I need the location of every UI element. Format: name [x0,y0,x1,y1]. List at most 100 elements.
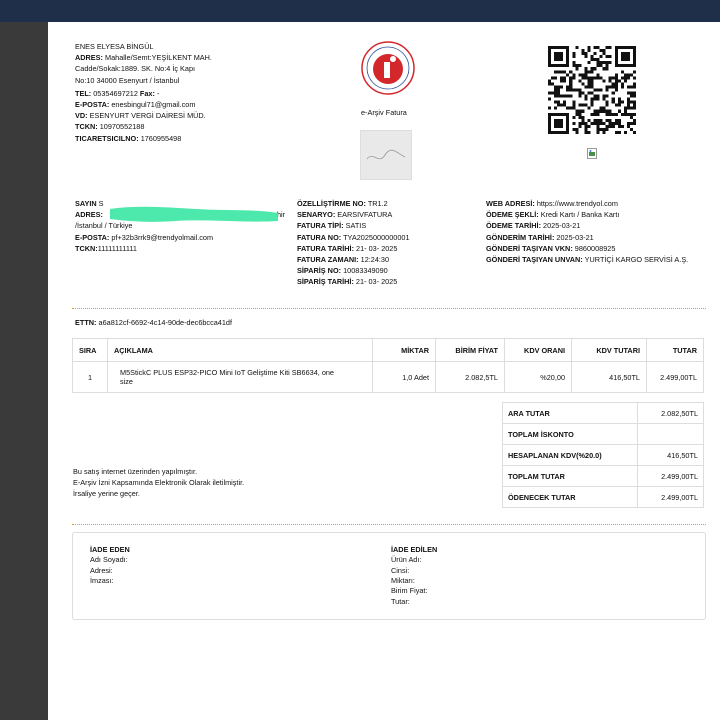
payment-shipping-details: WEB ADRESİ: https://www.trendyol.com ÖDEM… [486,198,688,265]
col-miktar: MİKTAR [372,338,436,362]
shipping-detail-value: Kredi Kartı / Banka Kartı [540,210,620,220]
col-tutar: TUTAR [646,338,704,362]
ettn-label: ETTN: [75,318,97,327]
note-line: İrsaliye yerine geçer. [73,489,140,499]
totals-row: ARA TUTAR 2.082,50TL [502,402,704,424]
seller-fax-label: Fax: [139,88,155,98]
shipping-detail-value: YURTİÇİ KARGO SERVİSİ A.Ş. [584,255,689,265]
total-label: ARA TUTAR [502,402,638,424]
totals-row: TOPLAM İSKONTO [502,423,704,445]
totals-row: ÖDENECEK TUTAR 2.499,00TL [502,486,704,508]
return-item-title: İADE EDİLEN [391,545,438,554]
col-birim-fiyat: BİRİM FİYAT [435,338,505,362]
invoice-detail-value: TYA2025000000001 [343,232,410,242]
buyer-name: S [98,199,104,208]
seller-fax: - [156,88,160,98]
col-kdv-orani: KDV ORANI [504,338,572,362]
invoice-detail-value: SATIS [345,221,367,231]
shipping-detail-row: ÖDEME TARİHİ: 2025-03-21 [486,220,688,231]
seller-info: ENES ELYESA BİNGÜL ADRES: Mahalle/Semt:Y… [75,41,212,144]
invoice-detail-row: FATURA NO: TYA2025000000001 [297,232,410,243]
col-aciklama: AÇIKLAMA [107,338,373,362]
separator-top [72,308,706,309]
return-item-field: Tutar: [391,596,410,606]
shipping-detail-value: 9860008925 [574,243,616,253]
shipping-detail-value: 2025-03-21 [543,221,581,231]
return-item-field: Miktarı: [391,576,415,586]
seller-email-label: E-POSTA: [75,100,110,110]
cell-tutar: 2.499,00TL [646,361,704,393]
cell-aciklama-line-2: size [120,377,133,386]
note-line: Bu satış internet üzerinden yapılmıştır. [73,467,198,476]
items-table-header: SIRA AÇIKLAMA MİKTAR BİRİM FİYAT KDV ORA… [72,338,704,362]
qr-code [548,46,636,134]
invoice-detail-label: SİPARİŞ TARİHİ: [297,277,354,287]
seller-tckn-label: TCKN: [75,122,98,132]
buyer-address-label: ADRES: [75,210,103,220]
return-section: İADE EDEN Adı Soyadı: Adresi: İmzası: İA… [72,532,706,620]
invoice-detail-row: ÖZELLİŞTİRME NO: TR1.2 [297,198,410,209]
invoice-detail-label: ÖZELLİŞTİRME NO: [297,199,366,208]
seller-address-line-1: Mahalle/Semt:YEŞİLKENT MAH. [105,53,212,63]
totals-row: TOPLAM TUTAR 2.499,00TL [502,465,704,487]
shipping-detail-row: GÖNDERİM TARİHİ: 2025-03-21 [486,232,688,243]
invoice-detail-row: SİPARİŞ NO: 10083349090 [297,265,410,276]
cell-miktar: 1,0 Adet [372,361,436,393]
return-sender: İADE EDEN Adı Soyadı: Adresi: İmzası: [90,544,130,586]
invoice-detail-value: 21- 03- 2025 [356,243,398,253]
shipping-detail-label: GÖNDERİM TARİHİ: [486,232,555,242]
seller-ticsicil-label: TICARETSICILNO: [75,133,139,143]
return-item: İADE EDİLEN Ürün Adı: Cinsi: Miktarı: Bi… [391,544,437,607]
invoice-detail-label: SENARYO: [297,210,336,220]
invoice-detail-row: FATURA TARİHİ: 21- 03- 2025 [297,243,410,254]
invoice-detail-value: 12:24:30 [360,255,390,265]
total-label: ÖDENECEK TUTAR [502,486,638,508]
invoice-detail-value: EARSIVFATURA [337,210,393,220]
shipping-detail-row: ÖDEME ŞEKLİ: Kredi Kartı / Banka Kartı [486,209,688,220]
total-value: 416,50TL [637,444,704,466]
redaction-mark [110,206,278,222]
shipping-detail-value: 2025-03-21 [556,232,594,242]
seller-vd: ESENYURT VERGİ DAİRESİ MÜD. [89,111,206,121]
col-kdv-tutari: KDV TUTARI [571,338,647,362]
seller-tckn: 10970552188 [99,122,145,132]
seller-address-label: ADRES: [75,53,103,63]
invoice-detail-label: FATURA TARİHİ: [297,243,355,253]
return-sender-field: Adresi: [90,565,113,575]
invoice-detail-row: FATURA ZAMANI: 12:24:30 [297,254,410,265]
shipping-detail-label: ÖDEME TARİHİ: [486,221,541,231]
gib-logo [361,41,415,95]
doc-type-label: e-Arşiv Fatura [361,108,407,117]
invoice-details: ÖZELLİŞTİRME NO: TR1.2 SENARYO: EARSIVFAT… [297,198,410,288]
total-label: TOPLAM İSKONTO [502,423,638,445]
total-value: 2.499,00TL [637,465,704,487]
cell-aciklama-line-1: M5StickC PLUS ESP32-PICO Mini IoT Gelişt… [120,368,334,377]
totals-row: HESAPLANAN KDV(%20.0) 416,50TL [502,444,704,466]
separator-bottom [72,524,706,525]
invoice-detail-row: SİPARİŞ TARİHİ: 21- 03- 2025 [297,276,410,287]
invoice-detail-label: FATURA TİPİ: [297,221,344,231]
return-sender-title: İADE EDEN [90,545,130,554]
shipping-detail-label: ÖDEME ŞEKLİ: [486,210,539,220]
shipping-detail-label: GÖNDERİ TAŞIYAN UNVAN: [486,255,583,265]
cell-birim-fiyat: 2.082,5TL [435,361,505,393]
return-sender-field: Adı Soyadı: [90,555,128,565]
invoice-notes: Bu satış internet üzerinden yapılmıştır.… [73,466,244,500]
cell-kdv-orani: %20,00 [504,361,572,393]
totals-table: ARA TUTAR 2.082,50TL TOPLAM İSKONTO HESAP… [502,402,704,508]
buyer-sayin-label: SAYIN [75,199,97,208]
shipping-detail-row: GÖNDERİ TAŞIYAN VKN: 9860008925 [486,243,688,254]
seller-name: ENES ELYESA BİNGÜL [75,42,154,51]
signature-image [360,130,412,180]
invoice-page: ENES ELYESA BİNGÜL ADRES: Mahalle/Semt:Y… [48,22,720,720]
buyer-email-label: E-POSTA: [75,232,110,242]
cell-kdv-tutari: 416,50TL [571,361,647,393]
buyer-tckn-label: TCKN: [75,243,98,253]
shipping-detail-row: GÖNDERİ TAŞIYAN UNVAN: YURTİÇİ KARGO SER… [486,254,688,265]
table-row: 1 M5StickC PLUS ESP32-PICO Mini IoT Geli… [72,361,704,393]
seller-tel: 05354697212 [93,88,138,98]
col-sira: SIRA [72,338,108,362]
invoice-detail-row: FATURA TİPİ: SATIS [297,220,410,231]
invoice-detail-label: SİPARİŞ NO: [297,266,342,276]
shipping-detail-row: WEB ADRESİ: https://www.trendyol.com [486,198,688,209]
